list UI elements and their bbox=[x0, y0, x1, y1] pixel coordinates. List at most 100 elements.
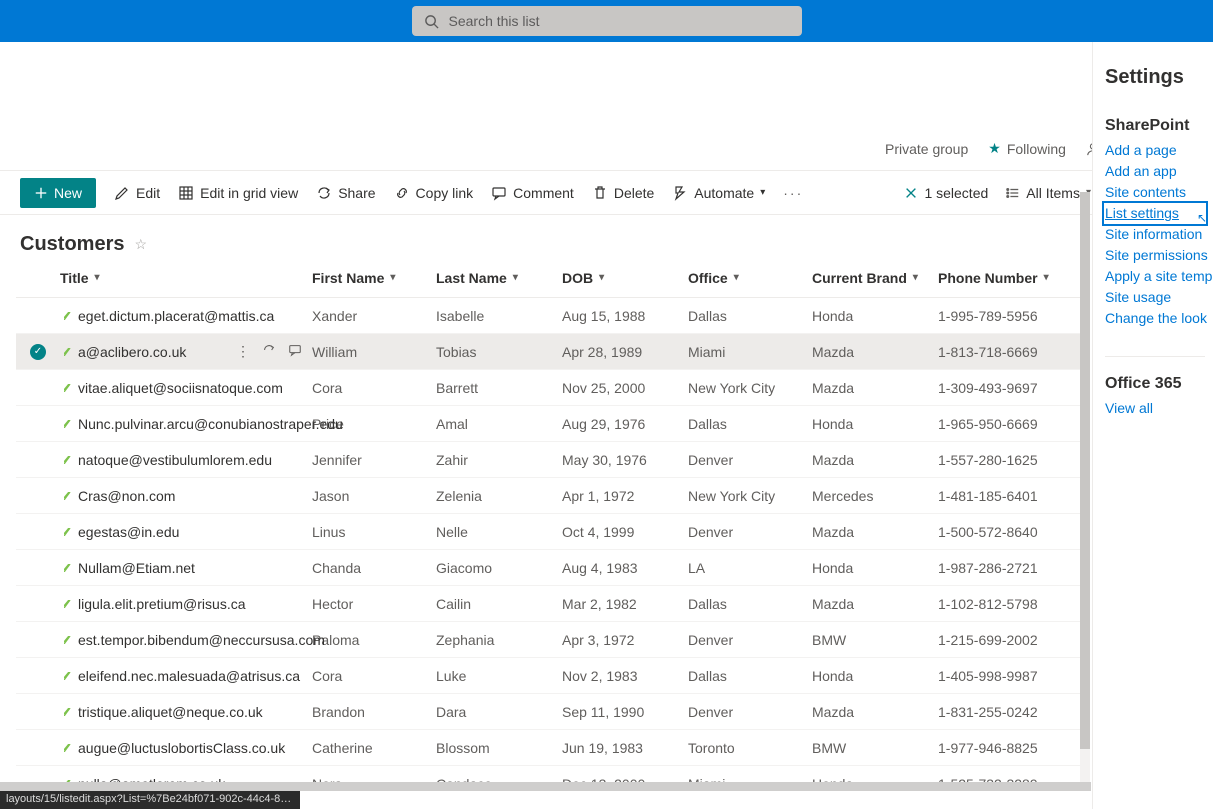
command-bar: New Edit Edit in grid view Share Copy li… bbox=[0, 171, 1213, 215]
settings-heading: Settings bbox=[1105, 66, 1205, 89]
settings-link-site-permissions[interactable]: Site permissions bbox=[1105, 246, 1205, 265]
settings-link-list-settings[interactable]: List settings↖ bbox=[1105, 204, 1205, 223]
settings-link-site-contents[interactable]: Site contents bbox=[1105, 183, 1205, 202]
list-table: Title▾ First Name▾ Last Name▾ DOB▾ Offic… bbox=[16, 258, 1090, 791]
brand-cell: Honda bbox=[812, 668, 938, 684]
table-row[interactable]: Nullam@Etiam.netChandaGiacomoAug 4, 1983… bbox=[16, 550, 1090, 586]
table-header-row: Title▾ First Name▾ Last Name▾ DOB▾ Offic… bbox=[16, 258, 1090, 298]
column-brand-header[interactable]: Current Brand▾ bbox=[812, 270, 938, 286]
table-row[interactable]: ligula.elit.pretium@risus.caHectorCailin… bbox=[16, 586, 1090, 622]
title-cell[interactable]: a@aclibero.co.uk⋮ bbox=[60, 343, 312, 360]
phone-cell: 1-557-280-1625 bbox=[938, 452, 1076, 468]
row-share-icon[interactable] bbox=[262, 343, 276, 360]
chevron-down-icon: ▾ bbox=[1044, 272, 1049, 283]
column-lastname-header[interactable]: Last Name▾ bbox=[436, 270, 562, 286]
vertical-scrollbar[interactable] bbox=[1080, 192, 1090, 791]
settings-link-add-an-app[interactable]: Add an app bbox=[1105, 162, 1205, 181]
column-office-header[interactable]: Office▾ bbox=[688, 270, 812, 286]
title-cell[interactable]: vitae.aliquet@sociisnatoque.com bbox=[60, 380, 312, 396]
lastname-cell: Zephania bbox=[436, 632, 562, 648]
brand-cell: Mazda bbox=[812, 524, 938, 540]
dob-cell: Nov 25, 2000 bbox=[562, 380, 688, 396]
share-button[interactable]: Share bbox=[316, 185, 375, 201]
list-title: Customers bbox=[20, 233, 124, 256]
phone-cell: 1-102-812-5798 bbox=[938, 596, 1076, 612]
table-row[interactable]: tristique.aliquet@neque.co.ukBrandonDara… bbox=[16, 694, 1090, 730]
table-row[interactable]: eget.dictum.placerat@mattis.caXanderIsab… bbox=[16, 298, 1090, 334]
row-comment-icon[interactable] bbox=[288, 343, 302, 360]
panel-divider bbox=[1105, 356, 1205, 357]
automate-button[interactable]: Automate ▾ bbox=[672, 185, 765, 201]
table-row[interactable]: egestas@in.eduLinusNelleOct 4, 1999Denve… bbox=[16, 514, 1090, 550]
column-firstname-header[interactable]: First Name▾ bbox=[312, 270, 436, 286]
delete-button[interactable]: Delete bbox=[592, 185, 654, 201]
new-button[interactable]: New bbox=[20, 178, 96, 208]
brand-cell: Mercedes bbox=[812, 488, 938, 504]
overflow-button[interactable]: ··· bbox=[783, 185, 803, 201]
favorite-icon[interactable]: ☆ bbox=[134, 236, 147, 253]
search-box[interactable]: Search this list bbox=[412, 6, 802, 36]
plus-icon bbox=[34, 186, 48, 200]
title-cell[interactable]: egestas@in.edu bbox=[60, 524, 312, 540]
settings-link-apply-a-site-template[interactable]: Apply a site template bbox=[1105, 267, 1205, 286]
title-cell-text: vitae.aliquet@sociisnatoque.com bbox=[78, 380, 283, 396]
table-row[interactable]: augue@luctuslobortisClass.co.ukCatherine… bbox=[16, 730, 1090, 766]
table-row[interactable]: natoque@vestibulumlorem.eduJenniferZahir… bbox=[16, 442, 1090, 478]
chevron-down-icon: ▾ bbox=[390, 272, 395, 283]
phone-cell: 1-309-493-9697 bbox=[938, 380, 1076, 396]
sharepoint-links: Add a page Add an app Site contents List se… bbox=[1105, 141, 1205, 328]
table-row[interactable]: vitae.aliquet@sociisnatoque.comCoraBarre… bbox=[16, 370, 1090, 406]
settings-link-site-usage[interactable]: Site usage bbox=[1105, 288, 1205, 307]
row-overflow-icon[interactable]: ⋮ bbox=[236, 343, 250, 360]
title-cell[interactable]: tristique.aliquet@neque.co.uk bbox=[60, 704, 312, 720]
link-icon bbox=[394, 185, 410, 201]
title-cell[interactable]: eget.dictum.placerat@mattis.ca bbox=[60, 308, 312, 324]
copylink-button[interactable]: Copy link bbox=[394, 185, 474, 201]
title-cell[interactable]: Cras@non.com bbox=[60, 488, 312, 504]
dob-cell: Jun 19, 1983 bbox=[562, 740, 688, 756]
title-cell[interactable]: augue@luctuslobortisClass.co.uk bbox=[60, 740, 312, 756]
following-button[interactable]: ★ Following bbox=[988, 140, 1066, 157]
title-cell[interactable]: natoque@vestibulumlorem.edu bbox=[60, 452, 312, 468]
table-row[interactable]: Nunc.pulvinar.arcu@conubianostraper.eduP… bbox=[16, 406, 1090, 442]
item-indicator-icon bbox=[64, 492, 72, 500]
office-cell: Denver bbox=[688, 524, 812, 540]
edit-grid-button[interactable]: Edit in grid view bbox=[178, 185, 298, 201]
column-dob-header[interactable]: DOB▾ bbox=[562, 270, 688, 286]
lastname-cell: Tobias bbox=[436, 344, 562, 360]
lastname-cell: Dara bbox=[436, 704, 562, 720]
title-cell[interactable]: est.tempor.bibendum@neccursusa.com bbox=[60, 632, 312, 648]
phone-cell: 1-405-998-9987 bbox=[938, 668, 1076, 684]
view-selector[interactable]: All Items ▾ bbox=[1006, 185, 1091, 201]
item-indicator-icon bbox=[64, 312, 72, 320]
site-header bbox=[0, 42, 1213, 127]
dob-cell: Apr 1, 1972 bbox=[562, 488, 688, 504]
settings-link-site-information[interactable]: Site information bbox=[1105, 225, 1205, 244]
item-indicator-icon bbox=[64, 528, 72, 536]
title-cell[interactable]: ligula.elit.pretium@risus.ca bbox=[60, 596, 312, 612]
edit-button[interactable]: Edit bbox=[114, 185, 160, 201]
table-row[interactable]: eleifend.nec.malesuada@atrisus.caCoraLuk… bbox=[16, 658, 1090, 694]
brand-cell: Mazda bbox=[812, 704, 938, 720]
title-cell[interactable]: eleifend.nec.malesuada@atrisus.ca bbox=[60, 668, 312, 684]
table-row[interactable]: ✓a@aclibero.co.uk⋮WilliamTobiasApr 28, 1… bbox=[16, 334, 1090, 370]
office-cell: Denver bbox=[688, 452, 812, 468]
table-row[interactable]: Cras@non.comJasonZeleniaApr 1, 1972New Y… bbox=[16, 478, 1090, 514]
brand-cell: BMW bbox=[812, 740, 938, 756]
brand-cell: Mazda bbox=[812, 344, 938, 360]
comment-button[interactable]: Comment bbox=[491, 185, 574, 201]
table-row[interactable]: est.tempor.bibendum@neccursusa.comPaloma… bbox=[16, 622, 1090, 658]
column-title-header[interactable]: Title▾ bbox=[60, 270, 312, 286]
row-selector[interactable]: ✓ bbox=[16, 344, 60, 360]
settings-link-change-the-look[interactable]: Change the look bbox=[1105, 309, 1205, 328]
horizontal-scrollbar[interactable] bbox=[0, 782, 1091, 791]
title-cell[interactable]: Nullam@Etiam.net bbox=[60, 560, 312, 576]
settings-link-add-a-page[interactable]: Add a page bbox=[1105, 141, 1205, 160]
selection-indicator[interactable]: 1 selected bbox=[904, 185, 988, 201]
title-cell[interactable]: Nunc.pulvinar.arcu@conubianostraper.edu bbox=[60, 416, 312, 432]
view-all-link[interactable]: View all bbox=[1105, 399, 1205, 418]
phone-cell: 1-481-185-6401 bbox=[938, 488, 1076, 504]
column-phone-header[interactable]: Phone Number▾ bbox=[938, 270, 1076, 286]
lastname-cell: Isabelle bbox=[436, 308, 562, 324]
scroll-thumb[interactable] bbox=[1080, 192, 1090, 749]
